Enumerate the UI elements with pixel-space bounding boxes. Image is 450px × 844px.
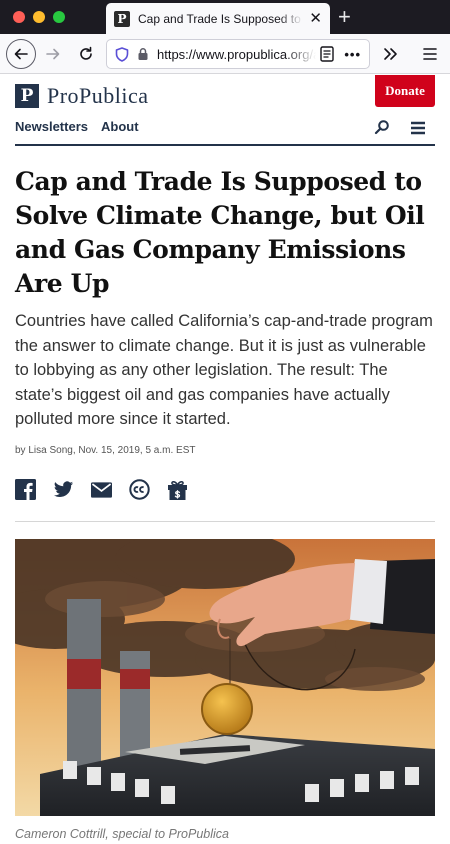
overflow-menu-button[interactable]: [378, 40, 402, 68]
donate-button[interactable]: Donate: [375, 75, 435, 107]
tab-title: Cap and Trade Is Supposed to Solve Clima…: [138, 11, 303, 26]
back-arrow-icon: [14, 48, 28, 60]
site-menu-button[interactable]: [410, 121, 426, 140]
page-actions-more-icon[interactable]: •••: [344, 47, 361, 62]
tab-close-icon[interactable]: ✕: [309, 11, 322, 26]
lock-icon: [138, 48, 148, 60]
overflow-chevrons-icon: [384, 48, 397, 60]
reload-button[interactable]: [74, 40, 98, 68]
new-tab-button[interactable]: +: [338, 5, 351, 29]
email-icon[interactable]: [91, 479, 112, 500]
hamburger-menu-icon: [423, 48, 437, 60]
reader-view-icon: [320, 46, 335, 62]
close-window-button[interactable]: [13, 11, 25, 23]
propublica-logo-mark-icon: P: [15, 84, 39, 108]
zoom-window-button[interactable]: [53, 11, 65, 23]
site-search-button[interactable]: [374, 119, 390, 140]
search-icon: [374, 120, 389, 135]
site-header: P ProPublica Donate Newsletters About: [0, 75, 450, 147]
propublica-logo[interactable]: P ProPublica: [15, 83, 149, 109]
propublica-favicon-icon: P: [114, 10, 130, 27]
header-rule: [15, 144, 435, 146]
shield-icon: [115, 46, 129, 62]
address-bar[interactable]: https://www.propublica.org/article/cap-a…: [106, 39, 370, 69]
facebook-icon[interactable]: [15, 479, 36, 500]
minimize-window-button[interactable]: [33, 11, 45, 23]
app-menu-button[interactable]: [418, 40, 442, 68]
article-headline: Cap and Trade Is Supposed to Solve Clima…: [15, 167, 425, 298]
browser-tab-bar: P Cap and Trade Is Supposed to Solve Cli…: [0, 0, 450, 34]
article-illustration: [15, 539, 435, 816]
reload-icon: [80, 46, 92, 60]
site-hamburger-menu-icon: [411, 121, 425, 135]
forward-button[interactable]: [42, 40, 64, 68]
article-byline: by Lisa Song, Nov. 15, 2019, 5 a.m. EST: [15, 445, 196, 456]
share-toolbar: [15, 479, 188, 500]
url-text[interactable]: https://www.propublica.org/article/cap-a…: [157, 47, 316, 62]
back-button[interactable]: [6, 39, 36, 69]
twitter-icon[interactable]: [53, 479, 74, 500]
nav-link-about[interactable]: About: [101, 119, 139, 134]
creative-commons-icon[interactable]: [129, 479, 150, 500]
nav-link-newsletters[interactable]: Newsletters: [15, 119, 88, 134]
content-divider: [15, 521, 435, 522]
active-tab[interactable]: P Cap and Trade Is Supposed to Solve Cli…: [106, 3, 330, 34]
site-nav: Newsletters About: [15, 119, 139, 134]
gift-icon[interactable]: [167, 479, 188, 500]
page-content: P ProPublica Donate Newsletters About Ca…: [0, 75, 450, 844]
browser-nav-bar: https://www.propublica.org/article/cap-a…: [0, 34, 450, 74]
article-dek: Countries have called California’s cap-a…: [15, 312, 433, 428]
image-caption: Cameron Cottrill, special to ProPublica: [15, 827, 229, 841]
propublica-logo-text: ProPublica: [47, 83, 149, 108]
forward-arrow-icon: [46, 48, 60, 60]
